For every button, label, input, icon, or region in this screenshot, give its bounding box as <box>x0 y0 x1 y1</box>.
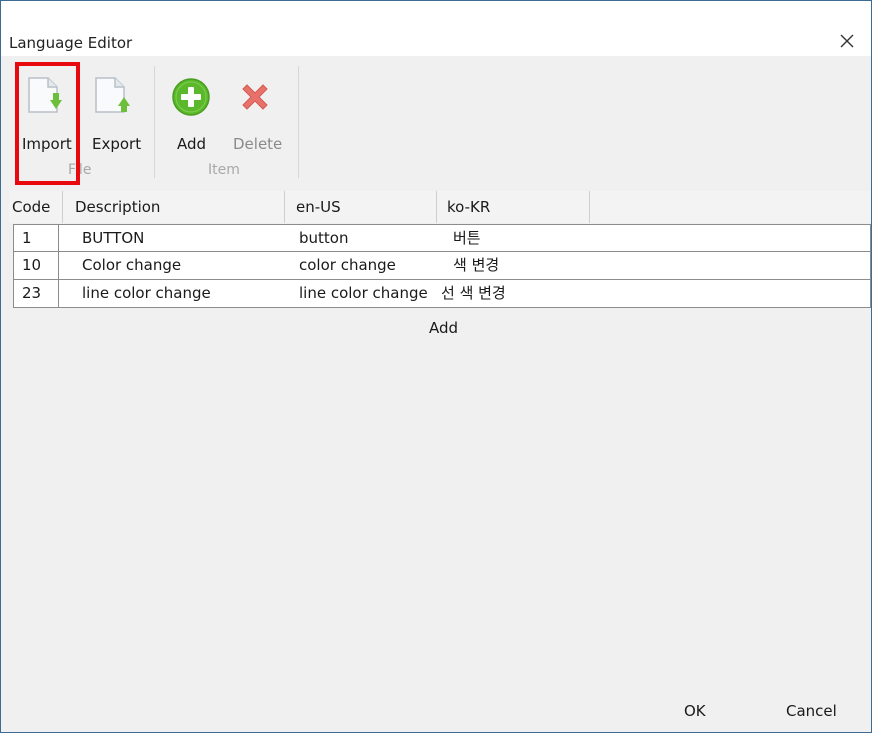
cancel-button[interactable]: Cancel <box>786 702 837 720</box>
title-bar: Language Editor <box>1 1 871 56</box>
grid-header: Code Description en-US ko-KR <box>9 191 871 223</box>
grid-body: 1 BUTTON button 버튼 10 Color change color… <box>13 224 871 308</box>
item-group-label: Item <box>208 162 240 178</box>
row-en-us: button <box>299 229 349 247</box>
close-icon <box>840 34 854 48</box>
row-ko-kr: 색 변경 <box>453 256 500 274</box>
add-row-link[interactable]: Add <box>429 319 458 337</box>
export-document-icon <box>95 77 130 113</box>
close-button[interactable] <box>831 27 863 55</box>
add-circle-icon <box>172 78 210 116</box>
table-row[interactable]: 1 BUTTON button 버튼 <box>13 224 871 252</box>
toolbar-separator <box>154 66 155 178</box>
row-code: 1 <box>14 225 59 252</box>
table-row[interactable]: 23 line color change line color change 선… <box>13 280 871 308</box>
add-item-label: Add <box>177 135 207 153</box>
row-description: Color change <box>82 256 182 274</box>
row-description: line color change <box>82 284 211 302</box>
row-en-us: line color change <box>299 284 428 302</box>
column-header-description[interactable]: Description <box>63 191 285 223</box>
import-highlight-box <box>15 62 80 185</box>
language-editor-window: Language Editor Import Export File Add D… <box>0 0 872 733</box>
row-description: BUTTON <box>82 229 145 247</box>
row-ko-kr: 버튼 <box>453 229 481 247</box>
delete-x-icon <box>242 84 268 110</box>
column-header-code[interactable]: Code <box>9 191 63 223</box>
window-title: Language Editor <box>9 34 133 52</box>
ok-button[interactable]: OK <box>684 702 706 720</box>
row-ko-kr: 선 색 변경 <box>441 284 506 302</box>
column-header-ko-kr[interactable]: ko-KR <box>437 191 590 223</box>
delete-item-label: Delete <box>233 135 283 153</box>
row-en-us: color change <box>299 256 396 274</box>
export-button[interactable]: Export <box>86 56 146 156</box>
add-item-button[interactable]: Add <box>165 56 225 156</box>
export-label: Export <box>92 135 142 153</box>
toolbar-separator <box>298 66 299 178</box>
row-code: 23 <box>14 280 59 307</box>
delete-item-button[interactable]: Delete <box>229 56 289 156</box>
toolbar: Import Export File Add Delete Item <box>1 56 871 185</box>
table-row[interactable]: 10 Color change color change 색 변경 <box>13 252 871 280</box>
row-code: 10 <box>14 252 59 279</box>
column-header-en-us[interactable]: en-US <box>285 191 437 223</box>
